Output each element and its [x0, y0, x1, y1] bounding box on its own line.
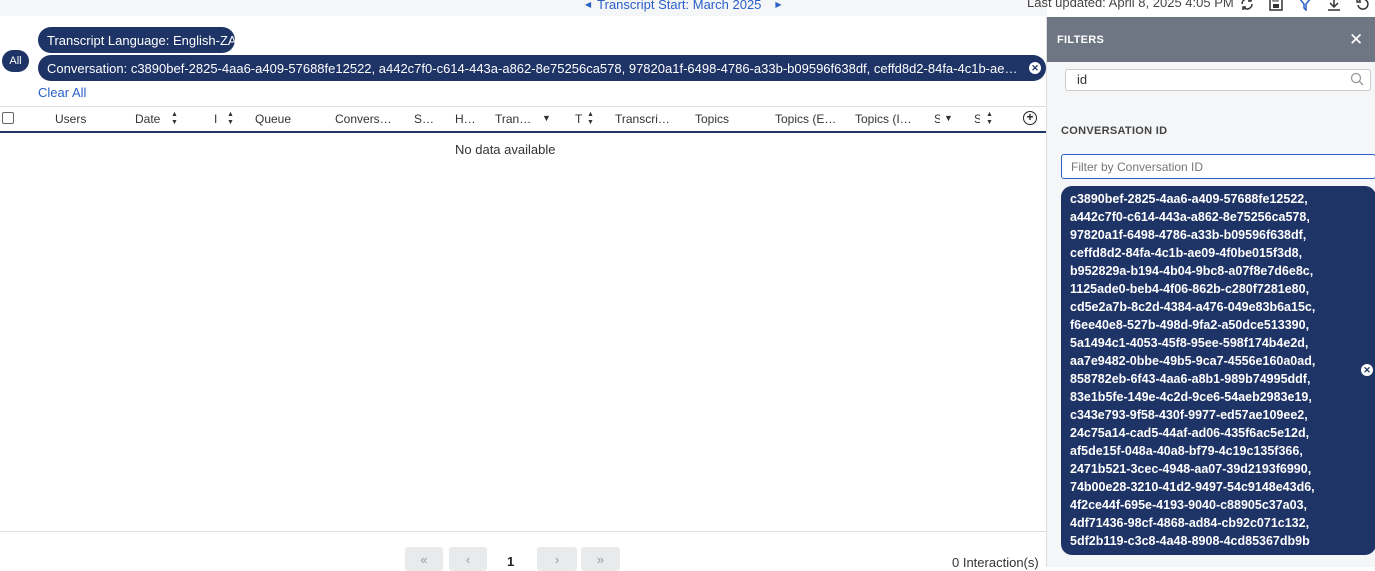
search-icon — [1350, 72, 1364, 92]
conversation-id-item: 5df2b119-c3c8-4a48-8908-4cd85367db9b — [1070, 534, 1310, 548]
filters-panel-header: FILTERS ✕ — [1047, 17, 1375, 62]
conversation-id-item: f6ee40e8-527b-498d-9fa2-a50dce513390, — [1070, 318, 1310, 332]
sort-icon[interactable]: ▲ ▼ — [587, 111, 594, 127]
filter-icon[interactable] — [1296, 0, 1314, 12]
column-header-topics[interactable]: Topics — [695, 112, 755, 126]
first-page-button[interactable]: « — [405, 547, 443, 571]
conversation-id-item: 4f2ce44f-695e-4193-9040-c88905c37a03, — [1070, 498, 1308, 512]
conversation-id-item: 74b00e28-3210-41d2-9497-54c9148e43d6, — [1070, 480, 1315, 494]
pagination-footer: « ‹ 1 › » 0 Interaction(s) — [0, 531, 1047, 571]
conversation-filter-label: Conversation: c3890bef-2825-4aa6-a409-57… — [47, 60, 1022, 76]
date-range-label[interactable]: Transcript Start: March 2025 — [597, 0, 761, 12]
column-header-users[interactable]: Users — [55, 112, 115, 126]
date-range-nav: ◀ Transcript Start: March 2025 ▶ — [585, 0, 782, 12]
column-header-s[interactable]: S… — [414, 112, 436, 126]
conversation-id-item: b952829a-b194-4b04-9bc8-a07f8e7d6e8c, — [1070, 264, 1314, 278]
remove-ids-icon[interactable]: ✕ — [1361, 364, 1373, 376]
sort-icon[interactable]: ▲ ▼ — [171, 111, 178, 127]
next-period-icon[interactable]: ▶ — [775, 0, 781, 9]
conversation-id-item: 83e1b5fe-149e-4c2d-9ce6-54aeb2983e19, — [1070, 390, 1312, 404]
reset-icon[interactable] — [1354, 0, 1372, 12]
filters-panel: FILTERS ✕ id CONVERSATION ID c3890bef-28… — [1046, 17, 1375, 567]
download-icon[interactable] — [1325, 0, 1343, 12]
conversation-id-item: 5a1494c1-4053-45f8-95ee-598f174b4e2d, — [1070, 336, 1309, 350]
next-page-button[interactable]: › — [537, 547, 577, 571]
last-page-button[interactable]: » — [581, 547, 620, 571]
conversation-id-section-title: CONVERSATION ID — [1061, 125, 1168, 137]
column-header-s3[interactable]: S — [974, 112, 980, 126]
conversation-id-item: ceffd8d2-84fa-4c1b-ae09-4f0be015f3d8, — [1070, 246, 1303, 260]
filters-search-value: id — [1077, 72, 1088, 87]
conversation-id-item: 2471b521-3cec-4948-aa07-39d2193f6990, — [1070, 462, 1312, 476]
prev-period-icon[interactable]: ◀ — [585, 0, 591, 9]
column-header-transcript[interactable]: Transcri… — [615, 112, 675, 126]
conversation-id-item: 858782eb-6f43-4aa6-a8b1-989b74995ddf, — [1070, 372, 1311, 386]
column-header-topics-i[interactable]: Topics (I… — [855, 112, 911, 126]
remove-chip-icon[interactable]: ✕ — [1029, 62, 1041, 74]
column-header-transcript-language[interactable]: Tran… — [495, 112, 533, 126]
column-header-date[interactable]: Date — [135, 112, 171, 126]
close-icon[interactable]: ✕ — [1349, 30, 1363, 50]
conversation-id-filter-input[interactable] — [1061, 154, 1375, 179]
column-header-h[interactable]: H… — [455, 112, 477, 126]
select-all-checkbox[interactable] — [2, 112, 14, 124]
prev-page-button[interactable]: ‹ — [449, 547, 487, 571]
conversation-id-item: a442c7f0-c614-443a-a862-8e75256ca578, — [1070, 210, 1310, 224]
conversation-id-item: c343e793-9f58-430f-9977-ed57ae109ee2, — [1070, 408, 1308, 422]
all-filters-pill[interactable]: All — [2, 50, 29, 72]
column-header-i[interactable]: I — [214, 112, 220, 126]
table-header: Users Date ▲ ▼ I ▲ ▼ Queue Convers… S… H… … — [0, 106, 1046, 133]
add-column-icon[interactable]: + — [1023, 111, 1037, 125]
chevron-down-icon[interactable]: ▼ — [542, 113, 551, 123]
conversation-id-item: c3890bef-2825-4aa6-a409-57688fe12522, — [1070, 192, 1308, 206]
column-header-topics-e[interactable]: Topics (E… — [775, 112, 837, 126]
column-header-s2[interactable]: S — [934, 112, 940, 126]
last-updated-text: Last updated: April 8, 2025 4:05 PM — [1027, 0, 1234, 10]
conversation-id-item: 97820a1f-6498-4786-a33b-b09596f638df, — [1070, 228, 1307, 242]
sort-icon[interactable]: ▲ ▼ — [986, 111, 993, 127]
column-header-queue[interactable]: Queue — [255, 112, 315, 126]
conversation-id-item: af5de15f-048a-40a8-bf79-4c19c135f366, — [1070, 444, 1303, 458]
empty-table-message: No data available — [455, 142, 556, 157]
refresh-icon[interactable] — [1238, 0, 1256, 12]
conversation-id-item: 4df71436-98cf-4868-ad84-cb92c071c132, — [1070, 516, 1310, 530]
top-bar — [0, 0, 1047, 16]
conversation-id-item: 24c75a14-cad5-44af-ad06-435f6ac5e12d, — [1070, 426, 1310, 440]
sort-icon[interactable]: ▲ ▼ — [227, 111, 234, 127]
clear-all-link[interactable]: Clear All — [38, 85, 86, 100]
filters-search-input[interactable]: id — [1065, 69, 1371, 91]
conversation-id-item: aa7e9482-0bbe-49b5-9ca7-4556e160a0ad, — [1070, 354, 1316, 368]
conversation-id-item: 1125ade0-beb4-4f06-862b-c280f7281e80, — [1070, 282, 1310, 296]
selected-conversation-ids-chip[interactable]: c3890bef-2825-4aa6-a409-57688fe12522, a4… — [1061, 186, 1375, 555]
column-header-t[interactable]: T — [575, 112, 583, 126]
column-header-conversation[interactable]: Convers… — [335, 112, 395, 126]
toolbar-icons — [1238, 0, 1372, 12]
conversation-filter-chip[interactable]: Conversation: c3890bef-2825-4aa6-a409-57… — [38, 55, 1046, 81]
language-filter-chip[interactable]: Transcript Language: English-ZA — [38, 27, 235, 53]
interaction-count: 0 Interaction(s) — [952, 555, 1039, 570]
filters-panel-title: FILTERS — [1057, 34, 1105, 46]
chevron-down-icon[interactable]: ▼ — [944, 113, 953, 123]
conversation-id-item: cd5e2a7b-8c2d-4384-a476-049e83b6a15c, — [1070, 300, 1316, 314]
save-icon[interactable] — [1267, 0, 1285, 12]
